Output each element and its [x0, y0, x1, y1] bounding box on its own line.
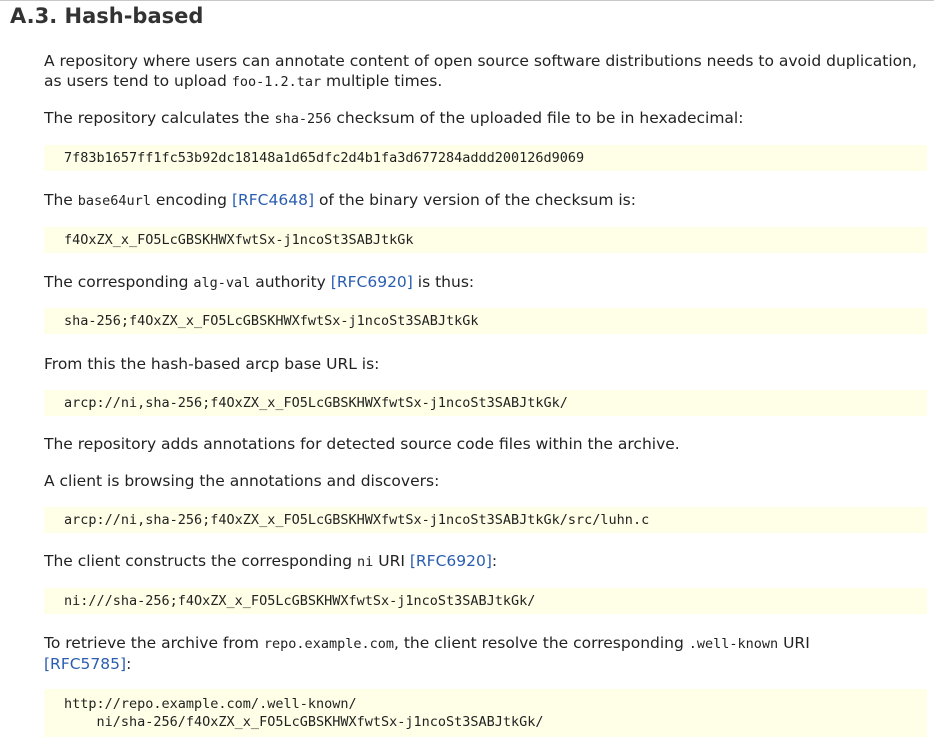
- paragraph-intro-text-1: A repository where users can annotate co…: [44, 52, 917, 90]
- inline-code-filename: foo-1.2.tar: [231, 74, 322, 90]
- section-heading: A.3. Hash-based: [10, 4, 204, 28]
- link-rfc6920[interactable]: [RFC6920]: [331, 273, 413, 291]
- link-rfc5785[interactable]: [RFC5785]: [44, 655, 126, 673]
- code-block-arcp-source-url: arcp://ni,sha-256;f4OxZX_x_FO5LcGBSKHWXf…: [44, 507, 927, 533]
- paragraph-base64url-text-2: encoding: [150, 191, 232, 209]
- paragraph-checksum-text-2: checksum of the uploaded file to be in h…: [331, 109, 744, 127]
- paragraph-intro-text-2: multiple times.: [321, 72, 443, 90]
- paragraph-base64url-text-3: of the binary version of the checksum is…: [314, 191, 636, 209]
- paragraph-alg-val-text-2: authority: [250, 273, 331, 291]
- code-block-well-known-line-1: http://repo.example.com/.well-known/: [64, 696, 357, 712]
- paragraph-well-known: To retrieve the archive from repo.exampl…: [44, 633, 924, 674]
- code-block-hex-checksum: 7f83b1657ff1fc53b92dc18148a1d65dfc2d4b1f…: [44, 145, 927, 171]
- paragraph-checksum-text-1: The repository calculates the: [44, 109, 275, 127]
- inline-code-ni: ni: [357, 554, 374, 570]
- paragraph-ni-uri-text-2: URI: [373, 552, 410, 570]
- inline-code-alg-val: alg-val: [193, 275, 251, 291]
- paragraph-alg-val: The corresponding alg-val authority [RFC…: [44, 272, 924, 293]
- code-block-well-known-line-2: ni/sha-256/f4OxZX_x_FO5LcGBSKHWXfwtSx-j1…: [64, 714, 544, 730]
- link-rfc6920-second[interactable]: [RFC6920]: [410, 552, 492, 570]
- paragraph-ni-uri-text-3: :: [491, 552, 498, 570]
- paragraph-intro: A repository where users can annotate co…: [44, 51, 924, 92]
- paragraph-well-known-text-4: :: [126, 655, 132, 673]
- paragraph-well-known-text-1: To retrieve the archive from: [44, 634, 264, 652]
- inline-code-base64url: base64url: [77, 193, 151, 209]
- paragraph-annotations: The repository adds annotations for dete…: [44, 435, 680, 453]
- top-rule: [0, 0, 934, 1]
- code-block-ni-uri: ni:///sha-256;f4OxZX_x_FO5LcGBSKHWXfwtSx…: [44, 588, 927, 614]
- inline-code-repo-host: repo.example.com: [263, 636, 394, 652]
- paragraph-client-discovers: A client is browsing the annotations and…: [44, 472, 440, 490]
- paragraph-alg-val-text-1: The corresponding: [44, 273, 194, 291]
- paragraph-alg-val-text-3: is thus:: [412, 273, 475, 291]
- paragraph-base64url: The base64url encoding [RFC4648] of the …: [44, 190, 924, 211]
- paragraph-base64url-text-1: The: [44, 191, 78, 209]
- code-block-alg-val: sha-256;f4OxZX_x_FO5LcGBSKHWXfwtSx-j1nco…: [44, 308, 927, 334]
- link-rfc4648[interactable]: [RFC4648]: [232, 191, 314, 209]
- code-block-arcp-base-url: arcp://ni,sha-256;f4OxZX_x_FO5LcGBSKHWXf…: [44, 390, 927, 416]
- inline-code-sha256: sha-256: [274, 111, 332, 127]
- inline-code-well-known: .well-known: [688, 636, 779, 652]
- paragraph-ni-uri: The client constructs the corresponding …: [44, 551, 924, 572]
- paragraph-checksum: The repository calculates the sha-256 ch…: [44, 108, 924, 129]
- paragraph-base-url: From this the hash-based arcp base URL i…: [44, 355, 380, 373]
- code-block-base64url-checksum: f4OxZX_x_FO5LcGBSKHWXfwtSx-j1ncoSt3SABJt…: [44, 227, 927, 253]
- code-block-well-known-url: http://repo.example.com/.well-known/ ni/…: [44, 689, 927, 737]
- paragraph-well-known-text-3: URI: [778, 634, 810, 652]
- paragraph-well-known-text-2: , the client resolve the corresponding: [393, 634, 689, 652]
- paragraph-ni-uri-text-1: The client constructs the corresponding: [44, 552, 358, 570]
